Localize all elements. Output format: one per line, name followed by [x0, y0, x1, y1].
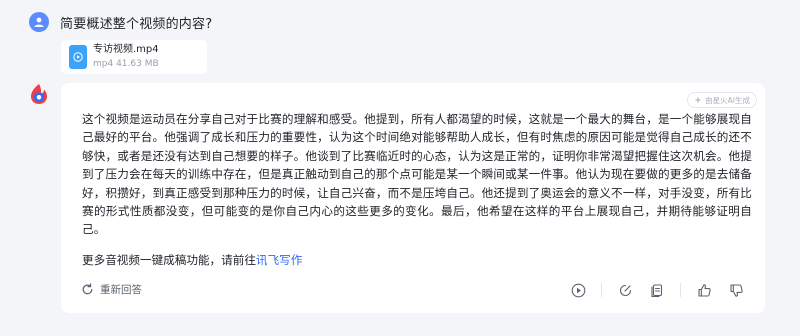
answer-actions — [555, 281, 745, 299]
edit-button[interactable] — [616, 281, 634, 299]
ai-generated-badge: 由星火AI生成 — [687, 92, 757, 108]
attachment-meta: mp4 41.63 MB — [93, 59, 159, 69]
edit-icon — [619, 284, 631, 296]
divider — [680, 283, 681, 297]
user-question: 简要概述整个视频的内容? — [60, 17, 213, 32]
xunfei-writing-link[interactable]: 讯飞写作 — [256, 253, 302, 267]
answer-body: 这个视频是运动员在分享自己对于比赛的理解和感受。他提到，所有人都渴望的时候，这就… — [82, 112, 752, 237]
video-file-icon — [69, 45, 87, 69]
play-icon — [571, 283, 585, 297]
ai-spark-icon — [694, 96, 702, 104]
dislike-button[interactable] — [727, 281, 745, 299]
refresh-icon — [82, 283, 93, 295]
divider — [601, 283, 602, 297]
attachment-name: 专访视频.mp4 — [93, 44, 159, 55]
regenerate-button[interactable]: 重新回答 — [81, 282, 142, 297]
more-features-line: 更多音视频一键成稿功能，请前往讯飞写作 — [82, 251, 302, 269]
more-features-text: 更多音视频一键成稿功能，请前往 — [82, 253, 256, 267]
bot-avatar — [28, 83, 50, 105]
attachment-card[interactable]: 专访视频.mp4 mp4 41.63 MB — [61, 40, 207, 74]
user-avatar — [29, 12, 49, 32]
regenerate-label: 重新回答 — [100, 284, 142, 296]
user-icon — [34, 17, 44, 27]
ai-generated-label: 由星火AI生成 — [705, 95, 750, 105]
copy-icon — [650, 283, 662, 297]
thumbs-down-icon — [729, 283, 743, 297]
copy-button[interactable] — [648, 281, 666, 299]
thumbs-up-icon — [697, 283, 711, 297]
answer-card: 由星火AI生成 这个视频是运动员在分享自己对于比赛的理解和感受。他提到，所有人都… — [61, 83, 765, 313]
play-audio-button[interactable] — [569, 281, 587, 299]
like-button[interactable] — [695, 281, 713, 299]
spark-logo-icon — [31, 84, 47, 104]
